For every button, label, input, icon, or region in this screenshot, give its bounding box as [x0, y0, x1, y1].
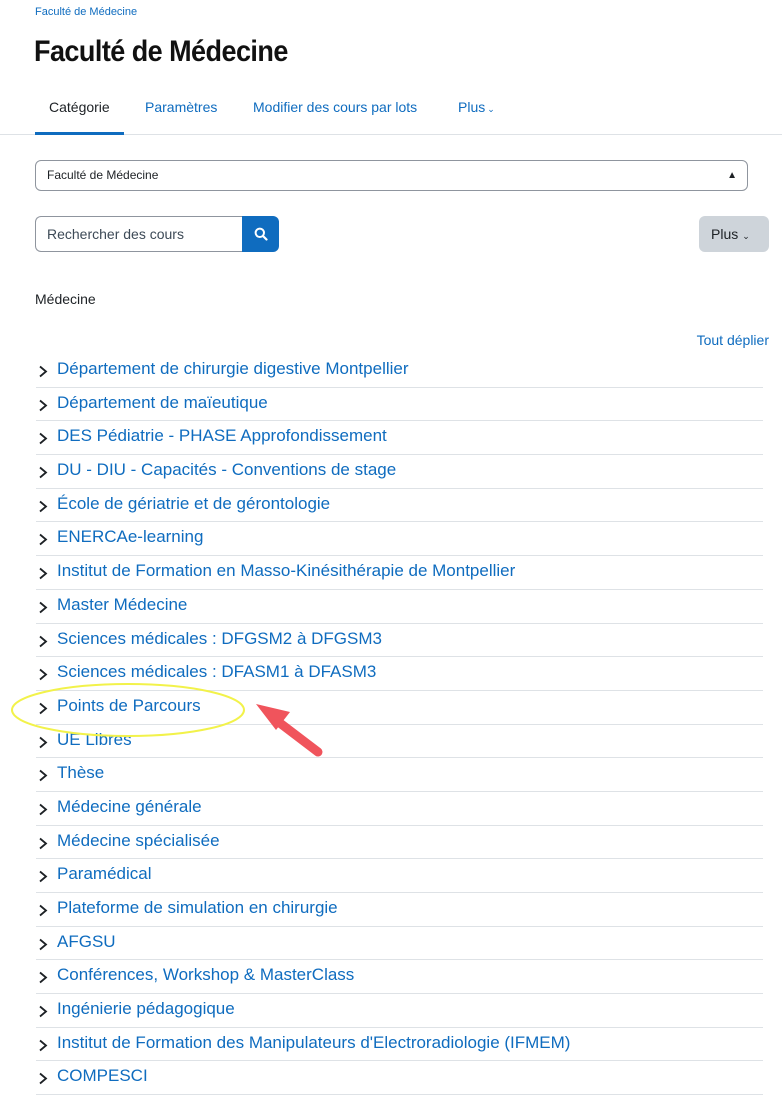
category-link[interactable]: Médecine générale [57, 797, 202, 817]
chevron-right-icon[interactable] [38, 466, 49, 479]
page-title: Faculté de Médecine [34, 35, 288, 68]
category-item[interactable]: École de gériatrie et de gérontologie [36, 489, 763, 523]
chevron-right-icon[interactable] [38, 567, 49, 580]
category-item[interactable]: DU - DIU - Capacités - Conventions de st… [36, 455, 763, 489]
category-link[interactable]: Paramédical [57, 864, 152, 884]
category-item[interactable]: Plateforme de simulation en chirurgie [36, 893, 763, 927]
category-link[interactable]: Département de chirurgie digestive Montp… [57, 359, 409, 379]
category-item[interactable]: DES Pédiatrie - PHASE Approfondissement [36, 421, 763, 456]
more-actions-button[interactable]: Plus ⌄ [699, 216, 769, 252]
category-item[interactable]: Médecine générale [36, 792, 763, 826]
chevron-right-icon[interactable] [38, 432, 49, 445]
category-item[interactable]: AFGSU [36, 927, 763, 961]
chevron-right-icon[interactable] [38, 736, 49, 749]
category-item[interactable]: Sciences médicales : DFGSM2 à DFGSM3 [36, 624, 763, 658]
category-link[interactable]: École de gériatrie et de gérontologie [57, 494, 330, 514]
expand-all-link[interactable]: Tout déplier [697, 332, 769, 348]
category-item[interactable]: Paramédical [36, 859, 763, 893]
category-item[interactable]: Ingénierie pédagogique [36, 994, 763, 1028]
tab-more[interactable]: Plus ⌄ [444, 86, 509, 132]
category-item[interactable]: Institut de Formation en Masso-Kinésithé… [36, 556, 763, 590]
category-item[interactable]: Institut de Formation des Manipulateurs … [36, 1028, 763, 1062]
chevron-right-icon[interactable] [38, 1072, 49, 1085]
category-link[interactable]: AFGSU [57, 932, 116, 952]
category-item[interactable]: Médecine spécialisée [36, 826, 763, 860]
chevron-down-icon: ⌄ [487, 104, 495, 114]
chevron-right-icon[interactable] [38, 533, 49, 546]
category-item[interactable]: UE Libres [36, 725, 763, 759]
category-link[interactable]: Sciences médicales : DFASM1 à DFASM3 [57, 662, 376, 682]
category-item[interactable]: Conférences, Workshop & MasterClass [36, 960, 763, 995]
tab-bulk-edit-courses[interactable]: Modifier des cours par lots [239, 86, 431, 132]
category-link[interactable]: UE Libres [57, 730, 132, 750]
tab-settings[interactable]: Paramètres [131, 86, 231, 132]
chevron-right-icon[interactable] [38, 904, 49, 917]
category-link[interactable]: Conférences, Workshop & MasterClass [57, 965, 354, 985]
category-link[interactable]: DES Pédiatrie - PHASE Approfondissement [57, 426, 387, 446]
category-item[interactable]: Département de maïeutique [36, 388, 763, 422]
chevron-right-icon[interactable] [38, 399, 49, 412]
category-item[interactable]: Département de chirurgie digestive Montp… [36, 354, 763, 388]
category-link[interactable]: Département de maïeutique [57, 393, 268, 413]
chevron-right-icon[interactable] [38, 1039, 49, 1052]
category-link[interactable]: Plateforme de simulation en chirurgie [57, 898, 338, 918]
category-link[interactable]: Points de Parcours [57, 696, 201, 716]
breadcrumb[interactable]: Faculté de Médecine [35, 6, 137, 18]
category-select[interactable]: Faculté de Médecine ▲ [35, 160, 748, 191]
category-link[interactable]: Sciences médicales : DFGSM2 à DFGSM3 [57, 629, 382, 649]
search-button[interactable] [242, 216, 279, 252]
secondary-navigation: Catégorie Paramètres Modifier des cours … [0, 86, 782, 135]
category-link[interactable]: Institut de Formation en Masso-Kinésithé… [57, 561, 515, 581]
chevron-right-icon[interactable] [38, 938, 49, 951]
chevron-right-icon[interactable] [38, 870, 49, 883]
chevron-right-icon[interactable] [38, 635, 49, 648]
category-list: Département de chirurgie digestive Montp… [36, 354, 763, 1095]
chevron-down-icon: ⌄ [742, 231, 750, 241]
sort-arrows-icon: ▲ [727, 170, 737, 181]
category-link[interactable]: Thèse [57, 763, 104, 783]
chevron-right-icon[interactable] [38, 668, 49, 681]
category-item[interactable]: Sciences médicales : DFASM1 à DFASM3 [36, 657, 763, 691]
category-link[interactable]: Master Médecine [57, 595, 187, 615]
category-link[interactable]: Médecine spécialisée [57, 831, 220, 851]
section-title: Médecine [35, 291, 96, 307]
chevron-right-icon[interactable] [38, 702, 49, 715]
category-link[interactable]: Institut de Formation des Manipulateurs … [57, 1033, 570, 1053]
category-item[interactable]: Points de Parcours [36, 691, 763, 725]
chevron-right-icon[interactable] [38, 769, 49, 782]
chevron-right-icon[interactable] [38, 500, 49, 513]
search-input[interactable]: Rechercher des cours [35, 216, 242, 252]
search-icon [254, 227, 268, 241]
category-item[interactable]: Thèse [36, 758, 763, 792]
category-link[interactable]: ENERCAe-learning [57, 527, 203, 547]
category-item[interactable]: Master Médecine [36, 590, 763, 624]
chevron-right-icon[interactable] [38, 971, 49, 984]
category-item[interactable]: ENERCAe-learning [36, 522, 763, 557]
category-item[interactable]: COMPESCI [36, 1061, 763, 1095]
chevron-right-icon[interactable] [38, 365, 49, 378]
category-link[interactable]: COMPESCI [57, 1066, 148, 1086]
chevron-right-icon[interactable] [38, 837, 49, 850]
tab-category[interactable]: Catégorie [35, 86, 124, 135]
category-link[interactable]: DU - DIU - Capacités - Conventions de st… [57, 460, 396, 480]
chevron-right-icon[interactable] [38, 803, 49, 816]
chevron-right-icon[interactable] [38, 1005, 49, 1018]
category-link[interactable]: Ingénierie pédagogique [57, 999, 235, 1019]
chevron-right-icon[interactable] [38, 601, 49, 614]
